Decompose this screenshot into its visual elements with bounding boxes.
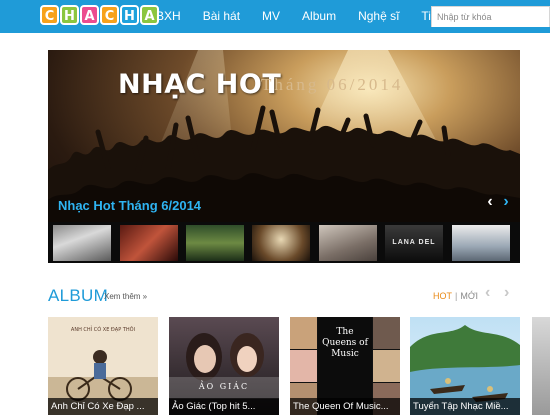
album-card-title[interactable]: Anh Chỉ Có Xe Đạp ... — [48, 398, 158, 415]
album-section-title: ALBUM — [48, 286, 109, 305]
nav-item-mv[interactable]: MV — [262, 0, 280, 33]
album-card[interactable]: The Queens of Music The Queen Of Music..… — [290, 317, 400, 415]
search-box — [431, 6, 550, 27]
hero-caption[interactable]: Nhạc Hot Tháng 6/2014 — [58, 198, 201, 213]
album-card-list: ANH CHỈ CÓ XE ĐẠP THÔI Anh Chỉ Có Xe Đạp… — [48, 317, 550, 415]
album-cover-text: The Queens of Music — [322, 327, 368, 359]
album-card-partial[interactable] — [532, 317, 550, 415]
slider-thumbnail-lana[interactable]: LANA DEL REY — [385, 225, 443, 261]
chevron-left-icon[interactable]: ‹ — [485, 284, 490, 302]
album-see-more-link[interactable]: Xem thêm » — [104, 292, 147, 301]
logo-letter: H — [60, 5, 79, 25]
album-cover-text: ẢO GIÁC — [198, 381, 249, 391]
logo-letter: C — [40, 5, 59, 25]
slider-thumbnail[interactable] — [452, 225, 510, 261]
album-tabs: HOT | MỚI — [433, 291, 478, 301]
album-card-title[interactable]: Ảo Giác (Top hit 5... — [169, 398, 279, 415]
tab-new[interactable]: MỚI — [460, 291, 478, 301]
slider-thumbnail-strip: LANA DEL REY — [48, 222, 520, 263]
nav-item-album[interactable]: Album — [302, 0, 336, 33]
logo-letter: A — [80, 5, 99, 25]
slider-thumbnail[interactable] — [186, 225, 244, 261]
nav-item-bxh[interactable]: BXH — [156, 0, 181, 33]
top-navigation-bar: CHACHA BXH Bài hát MV Album Nghệ sĩ Tin … — [0, 0, 550, 33]
logo-letter: H — [120, 5, 139, 25]
album-card[interactable]: ẢO GIÁC Ảo Giác (Top hit 5... — [169, 317, 279, 415]
slider-thumbnail[interactable] — [319, 225, 377, 261]
hero-banner[interactable]: NHẠC HOT Tháng 06/2014 Nhạc Hot Tháng 6/… — [48, 50, 520, 263]
album-card[interactable]: Tuyển Tập Nhạc Miề... — [410, 317, 520, 415]
chevron-left-icon[interactable]: ‹ — [483, 193, 497, 211]
album-card-title[interactable]: The Queen Of Music... — [290, 398, 400, 415]
slider-thumbnail[interactable] — [252, 225, 310, 261]
nav-item-nghe-si[interactable]: Nghệ sĩ — [358, 0, 399, 33]
slider-thumbnail[interactable] — [120, 225, 178, 261]
tab-separator: | — [455, 291, 458, 301]
album-card-title[interactable]: Tuyển Tập Nhạc Miề... — [410, 398, 520, 415]
chevron-right-icon[interactable]: › — [504, 284, 509, 302]
album-card[interactable]: ANH CHỈ CÓ XE ĐẠP THÔI Anh Chỉ Có Xe Đạp… — [48, 317, 158, 415]
search-input[interactable] — [432, 7, 549, 27]
hero-title: NHẠC HOT — [118, 69, 282, 100]
chacha-logo[interactable]: CHACHA — [40, 5, 160, 27]
hero-subtitle: Tháng 06/2014 — [261, 75, 404, 94]
nav-item-bai-hat[interactable]: Bài hát — [203, 0, 240, 33]
chevron-right-icon[interactable]: › — [499, 193, 513, 211]
tab-hot[interactable]: HOT — [433, 291, 452, 301]
logo-letter: C — [100, 5, 119, 25]
slider-thumbnail[interactable] — [53, 225, 111, 261]
album-cover-text: ANH CHỈ CÓ XE ĐẠP THÔI — [71, 325, 135, 333]
